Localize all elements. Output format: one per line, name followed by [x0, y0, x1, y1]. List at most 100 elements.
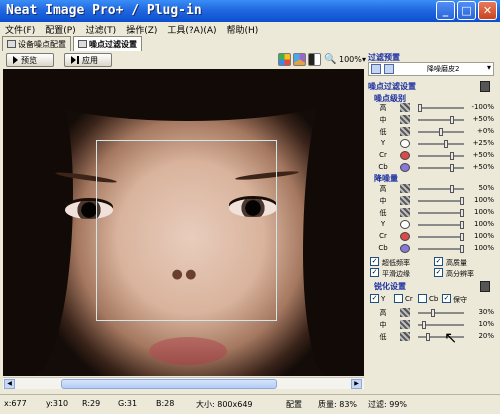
row-label: Cr	[379, 151, 387, 159]
slider-knob[interactable]	[450, 164, 454, 172]
slider-track[interactable]	[418, 185, 464, 193]
slider-row: Cb 100%	[368, 244, 494, 254]
zoom-dropdown-icon[interactable]: ▾	[362, 55, 366, 64]
row-label: 高	[379, 104, 387, 112]
option-checkbox[interactable]: ✓	[370, 268, 379, 277]
menu-profile[interactable]: 配置(P)	[40, 22, 80, 36]
filter-preset-select[interactable]: 降噪磨皮2 ▾	[368, 62, 494, 76]
slider-track[interactable]	[418, 140, 464, 148]
channel-color-icon	[400, 163, 410, 172]
slider-knob[interactable]	[426, 333, 430, 341]
sharpen-row: 高 30%	[368, 308, 494, 318]
option-label: 高质量	[446, 259, 467, 267]
menu-file[interactable]: 文件(F)	[0, 22, 40, 36]
slider-knob[interactable]	[450, 116, 454, 124]
slider-track[interactable]	[418, 104, 464, 112]
slider-track[interactable]	[418, 209, 464, 217]
toolbar: 预览 应用 🔍 100% ▾	[0, 52, 372, 68]
row-label: Cb	[378, 163, 388, 171]
row-label: 中	[379, 197, 387, 205]
tab-noise-filter-settings[interactable]: 噪点过滤设置	[73, 36, 142, 51]
palette-icon[interactable]	[293, 53, 306, 66]
scroll-right-icon[interactable]: ▶	[351, 379, 362, 389]
close-button[interactable]: ✕	[478, 1, 497, 20]
window-title: Neat Image Pro+ / Plug-in	[6, 3, 202, 18]
menu-tools[interactable]: 工具(?A)(A)	[162, 22, 221, 36]
apply-button[interactable]: 应用	[64, 53, 112, 67]
row-label: 低	[379, 209, 387, 217]
scroll-thumb[interactable]	[61, 379, 277, 389]
slider-track[interactable]	[418, 128, 464, 136]
slider-knob[interactable]	[450, 152, 454, 160]
menu-help[interactable]: 帮助(H)	[222, 22, 264, 36]
slider-track[interactable]	[418, 233, 464, 241]
horizontal-scrollbar[interactable]: ◀ ▶	[3, 377, 364, 389]
slider-track[interactable]	[418, 197, 464, 205]
sharpen-trash-icon[interactable]	[480, 281, 490, 292]
slider-track[interactable]	[418, 309, 464, 317]
slider-knob[interactable]	[431, 309, 435, 317]
noise-filter-title: 噪点过滤设置	[368, 82, 416, 91]
menu-filter[interactable]: 过滤(T)	[81, 22, 122, 36]
hair-left	[3, 69, 73, 376]
filter-icon	[78, 40, 87, 48]
slider-knob[interactable]	[460, 197, 464, 205]
option-checkbox[interactable]: ✓	[434, 257, 443, 266]
trash-icon[interactable]	[480, 81, 490, 92]
row-label: Y	[380, 220, 386, 228]
channel-label: Cr	[405, 295, 413, 303]
zoom-icon[interactable]: 🔍	[324, 53, 337, 66]
slider-knob[interactable]	[460, 245, 464, 253]
slider-track[interactable]	[418, 152, 464, 160]
noise-sample-rect[interactable]	[96, 140, 277, 321]
preset-save-icon[interactable]	[384, 64, 394, 74]
channel-checkbox[interactable]: ✓	[442, 294, 451, 303]
slider-knob[interactable]	[450, 185, 454, 193]
option-checkbox[interactable]: ✓	[434, 268, 443, 277]
image-preview[interactable]	[3, 69, 364, 376]
option-label: 超低频率	[382, 259, 410, 267]
play-icon	[13, 56, 18, 64]
slider-track[interactable]	[418, 221, 464, 229]
channel-checkbox[interactable]: ✓	[370, 294, 379, 303]
row-value: +0%	[477, 127, 494, 135]
slider-knob[interactable]	[460, 233, 464, 241]
slider-knob[interactable]	[422, 321, 426, 329]
slider-knob[interactable]	[460, 221, 464, 229]
row-value: 100%	[473, 244, 494, 252]
channel-checkbox[interactable]	[394, 294, 403, 303]
slider-track[interactable]	[418, 116, 464, 124]
slider-knob[interactable]	[418, 104, 422, 112]
frequency-pattern-icon	[400, 196, 410, 205]
minimize-button[interactable]: _	[436, 1, 455, 20]
slider-track[interactable]	[418, 164, 464, 172]
mouse-cursor: ↖	[444, 328, 458, 347]
preview-button[interactable]: 预览	[6, 53, 54, 67]
scroll-left-icon[interactable]: ◀	[4, 379, 15, 389]
row-label: 高	[379, 185, 387, 193]
option-checkbox[interactable]: ✓	[370, 257, 379, 266]
preset-load-icon[interactable]	[371, 64, 381, 74]
status-b: B:28	[156, 399, 175, 408]
maximize-button[interactable]: □	[457, 1, 476, 20]
slider-row: Cr 100%	[368, 232, 494, 242]
color-picker-icon[interactable]	[278, 53, 291, 66]
channel-label: 保守	[453, 296, 467, 304]
slider-row: 低 100%	[368, 208, 494, 218]
profile-icon	[7, 40, 16, 48]
row-label: 中	[379, 116, 387, 124]
row-label: Cb	[378, 244, 388, 252]
menu-operation[interactable]: 操作(Z)	[121, 22, 162, 36]
row-value: 100%	[473, 208, 494, 216]
slider-knob[interactable]	[444, 140, 448, 148]
slider-track[interactable]	[418, 321, 464, 329]
tab-label: 噪点过滤设置	[89, 39, 137, 49]
contrast-icon[interactable]	[308, 53, 321, 66]
tab-device-noise-profile[interactable]: 设备噪点配置	[2, 36, 71, 51]
channel-checkbox[interactable]	[418, 294, 427, 303]
slider-knob[interactable]	[460, 209, 464, 217]
slider-row: 中 +50%	[368, 115, 494, 125]
slider-row: 高 50%	[368, 184, 494, 194]
slider-track[interactable]	[418, 245, 464, 253]
slider-knob[interactable]	[439, 128, 443, 136]
